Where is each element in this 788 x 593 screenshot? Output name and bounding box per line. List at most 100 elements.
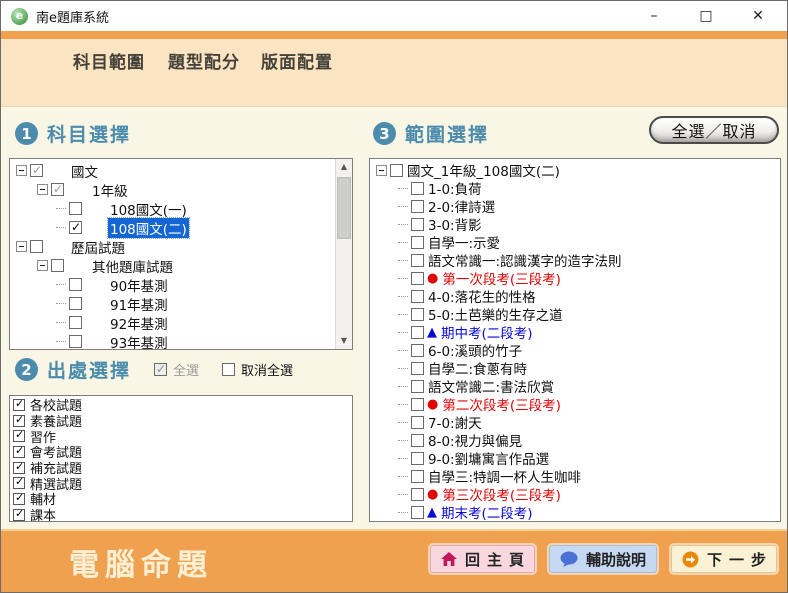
- tree-item[interactable]: 4-0:落花生的性格: [370, 287, 780, 305]
- checkbox[interactable]: [30, 164, 43, 177]
- tree-item[interactable]: 91年基測: [10, 294, 334, 313]
- checkbox[interactable]: [411, 380, 424, 393]
- deselect-all-checkbox[interactable]: [222, 363, 235, 376]
- checkbox[interactable]: [13, 477, 25, 489]
- checkbox[interactable]: [411, 344, 424, 357]
- tree-item[interactable]: 8-0:視力與偏見: [370, 431, 780, 449]
- checkbox[interactable]: [411, 470, 424, 483]
- range-panel-heading: 3 範圍選擇: [373, 120, 489, 147]
- vertical-scrollbar[interactable]: ▲ ▼: [335, 159, 352, 349]
- section-number-badge: 3: [373, 122, 396, 145]
- checkbox[interactable]: [411, 290, 424, 303]
- tree-item[interactable]: 1年級: [10, 180, 334, 199]
- checkbox[interactable]: [411, 452, 424, 465]
- tree-item[interactable]: 90年基測: [10, 275, 334, 294]
- tree-item[interactable]: 其他題庫試題: [10, 256, 334, 275]
- tree-item[interactable]: 國文: [10, 161, 334, 180]
- checkbox[interactable]: [51, 183, 64, 196]
- tree-item-label: 7-0:謝天: [426, 412, 484, 432]
- footer-button-label: 輔助說明: [586, 549, 646, 570]
- checkbox[interactable]: [69, 335, 82, 348]
- tree-item[interactable]: 2-0:律詩選: [370, 197, 780, 215]
- checkbox[interactable]: [390, 164, 403, 177]
- checkbox[interactable]: [411, 236, 424, 249]
- checkbox[interactable]: [13, 399, 25, 411]
- checkbox[interactable]: [69, 297, 82, 310]
- source-item[interactable]: 精選試題: [10, 475, 352, 491]
- checkbox[interactable]: [411, 218, 424, 231]
- tree-item[interactable]: ●第三次段考(三段考): [370, 485, 780, 503]
- source-item[interactable]: 課本: [10, 507, 352, 522]
- checkbox[interactable]: [411, 254, 424, 267]
- tree-item[interactable]: ▲期中考(二段考): [370, 323, 780, 341]
- tree-item[interactable]: 語文常識一:認識漢字的造字法則: [370, 251, 780, 269]
- tree-item[interactable]: 自學三:特調一杯人生咖啡: [370, 467, 780, 485]
- checkbox[interactable]: [411, 434, 424, 447]
- checkbox[interactable]: [411, 200, 424, 213]
- checkbox[interactable]: [411, 488, 424, 501]
- tree-item[interactable]: ●第一次段考(三段考): [370, 269, 780, 287]
- close-button[interactable]: ✕: [751, 8, 765, 24]
- tree-item[interactable]: 108國文(一): [10, 199, 334, 218]
- tree-item-label: 8-0:視力與偏見: [426, 430, 524, 450]
- checkbox[interactable]: [411, 416, 424, 429]
- scrollbar-thumb[interactable]: [337, 177, 351, 239]
- checkbox[interactable]: [13, 430, 25, 442]
- checkbox[interactable]: [13, 509, 25, 521]
- collapse-icon[interactable]: [37, 260, 48, 271]
- tree-item[interactable]: 3-0:背影: [370, 215, 780, 233]
- tree-item[interactable]: 108國文(二): [10, 218, 334, 237]
- checkbox[interactable]: [69, 221, 82, 234]
- tree-item[interactable]: 語文常識二:書法欣賞: [370, 377, 780, 395]
- select-all-checkbox[interactable]: [154, 363, 167, 376]
- collapse-icon[interactable]: [37, 184, 48, 195]
- collapse-icon[interactable]: [376, 165, 387, 176]
- select-all-toggle-button[interactable]: 全選／取消: [649, 116, 779, 144]
- next-button[interactable]: 下一步: [671, 545, 777, 573]
- checkbox[interactable]: [69, 202, 82, 215]
- tree-connector: [398, 512, 408, 513]
- tree-connector: [398, 224, 408, 225]
- tree-item[interactable]: 國文_1年級_108國文(二): [370, 161, 780, 179]
- tree-item[interactable]: 1-0:負荷: [370, 179, 780, 197]
- checkbox[interactable]: [411, 308, 424, 321]
- checkbox[interactable]: [13, 446, 25, 458]
- tree-item[interactable]: 92年基測: [10, 313, 334, 332]
- checkbox[interactable]: [13, 493, 25, 505]
- tree-item[interactable]: 93年基測: [10, 332, 334, 350]
- collapse-icon[interactable]: [16, 165, 27, 176]
- tree-item-label: 90年基測: [108, 275, 170, 295]
- checkbox[interactable]: [69, 278, 82, 291]
- tree-item-label: 第三次段考(三段考): [440, 484, 563, 504]
- checkbox[interactable]: [30, 240, 43, 253]
- tree-item[interactable]: ●第二次段考(三段考): [370, 395, 780, 413]
- scroll-up-icon[interactable]: ▲: [336, 159, 352, 175]
- tree-item[interactable]: 6-0:溪頭的竹子: [370, 341, 780, 359]
- checkbox[interactable]: [13, 415, 25, 427]
- checkbox[interactable]: [69, 316, 82, 329]
- checkbox[interactable]: [13, 462, 25, 474]
- source-item[interactable]: 素養試題: [10, 413, 352, 429]
- tree-item[interactable]: ▲期末考(二段考): [370, 503, 780, 521]
- checkbox[interactable]: [411, 272, 424, 285]
- tree-item[interactable]: 5-0:土芭樂的生存之道: [370, 305, 780, 323]
- scroll-down-icon[interactable]: ▼: [336, 333, 352, 349]
- minimize-button[interactable]: –: [647, 8, 661, 24]
- help-button[interactable]: 輔助說明: [549, 545, 657, 573]
- tree-item[interactable]: 自學一:示愛: [370, 233, 780, 251]
- tree-item[interactable]: 自學二:食蔥有時: [370, 359, 780, 377]
- checkbox[interactable]: [411, 326, 424, 339]
- checkbox[interactable]: [411, 398, 424, 411]
- source-item[interactable]: 輔材: [10, 491, 352, 507]
- home-button[interactable]: 回主頁: [430, 545, 535, 573]
- select-all-label: 全選: [173, 360, 199, 379]
- checkbox[interactable]: [411, 362, 424, 375]
- tree-item[interactable]: 7-0:謝天: [370, 413, 780, 431]
- checkbox[interactable]: [411, 182, 424, 195]
- checkbox[interactable]: [411, 506, 424, 519]
- tree-item[interactable]: 歷屆試題: [10, 237, 334, 256]
- checkbox[interactable]: [51, 259, 64, 272]
- maximize-button[interactable]: □: [699, 8, 713, 24]
- tree-item[interactable]: 9-0:劉墉寓言作品選: [370, 449, 780, 467]
- collapse-icon[interactable]: [16, 241, 27, 252]
